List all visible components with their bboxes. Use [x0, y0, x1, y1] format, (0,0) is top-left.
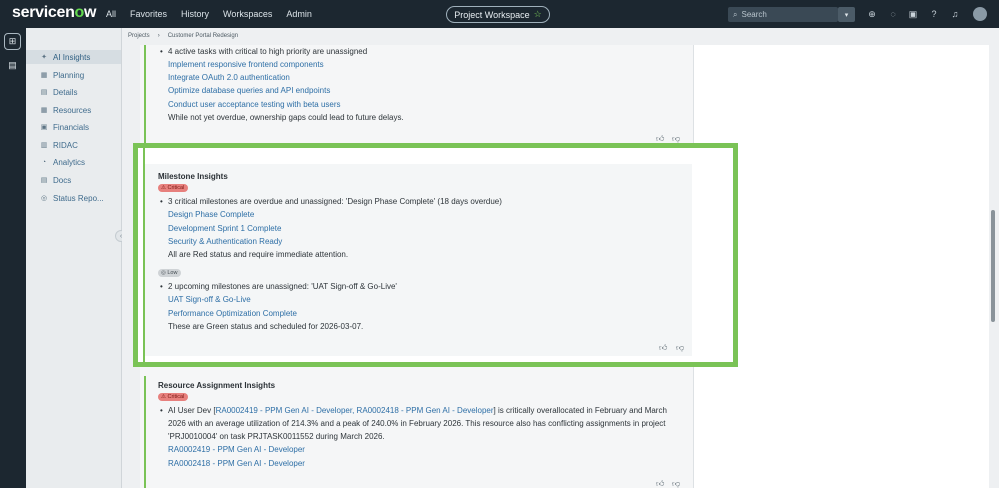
sidebar-item-label: Status Repo... — [53, 193, 104, 203]
globe-icon[interactable]: ⊕ — [867, 9, 877, 19]
sidebar-item-docs[interactable]: ▤ Docs — [40, 173, 72, 187]
chat-icon[interactable]: ◌ — [888, 9, 898, 19]
sidebar-item-status-report[interactable]: ◎ Status Repo... — [40, 191, 104, 205]
nav-admin[interactable]: Admin — [286, 9, 312, 19]
top-nav-menu: All Favorites History Workspaces Admin — [106, 9, 326, 19]
milestone-link-uat[interactable]: UAT Sign-off & Go-Live — [168, 295, 251, 304]
user-avatar[interactable] — [973, 7, 987, 21]
resource-insights-title: Resource Assignment Insights — [158, 381, 276, 390]
card-accent — [144, 45, 146, 145]
inbox-icon[interactable]: ▣ — [908, 9, 918, 19]
sidebar-item-resources[interactable]: ▦ Resources — [40, 103, 92, 117]
task-link-4[interactable]: Conduct user acceptance testing with bet… — [168, 100, 341, 109]
sparkle-icon: ✦ — [41, 54, 47, 61]
ridac-icon: ▥ — [40, 142, 48, 149]
sidebar: ✦ AI Insights ▦ Planning ▤ Details ▦ Res… — [26, 28, 122, 488]
critical-badge: ⚠ Critical — [158, 184, 189, 192]
milestone-low-note: These are Green status and scheduled for… — [168, 322, 364, 331]
sidebar-item-financials[interactable]: ▣ Financials — [40, 120, 89, 134]
thumbs-down-icon[interactable]: 👎︎ — [676, 343, 684, 353]
critical-badge: ⚠ Critical — [158, 393, 189, 401]
status-report-icon: ◎ — [40, 195, 48, 202]
badge-label: Critical — [167, 185, 185, 191]
low-badge: ◎ Low — [158, 269, 182, 277]
task-link-3[interactable]: Optimize database queries and API endpoi… — [168, 86, 330, 95]
vertical-scrollbar[interactable] — [991, 210, 995, 322]
nav-history[interactable]: History — [181, 9, 209, 19]
badge-label: Critical — [167, 394, 185, 400]
sidebar-item-label: Analytics — [53, 157, 86, 167]
sidebar-item-label: Planning — [53, 70, 85, 80]
resources-icon: ▦ — [40, 107, 48, 114]
milestone-critical-note: All are Red status and require immediate… — [168, 250, 349, 259]
resource-line-2: 2026 with an average utilization of 214.… — [168, 419, 666, 428]
servicenow-logo[interactable]: servicenow — [12, 4, 96, 22]
task-note: While not yet overdue, ownership gaps co… — [168, 113, 404, 122]
resource-suffix: ] is critically overallocated in Februar… — [493, 406, 667, 415]
nav-all[interactable]: All — [106, 9, 116, 19]
milestone-insights-title: Milestone Insights — [158, 172, 228, 181]
resource-line-3: 'PRJ0010004' on task PRJTASK0011552 duri… — [168, 432, 385, 441]
resource-link-1[interactable]: RA0002419 - PPM Gen AI - Developer — [168, 445, 305, 454]
milestone-link-security[interactable]: Security & Authentication Ready — [168, 237, 282, 246]
analytics-icon: ◔ — [41, 158, 47, 166]
sidebar-item-ai-insights[interactable]: ✦ AI Insights — [26, 50, 121, 64]
sidebar-item-planning[interactable]: ▦ Planning — [40, 68, 84, 82]
breadcrumb-projects[interactable]: Projects — [128, 33, 150, 39]
nav-favorites[interactable]: Favorites — [130, 9, 167, 19]
sidebar-item-details[interactable]: ▤ Details — [40, 85, 78, 99]
workspace-label: Project Workspace — [454, 9, 530, 20]
search-scope-dropdown[interactable]: ▾ — [838, 7, 855, 22]
resource-inline-link[interactable]: RA0002419 - PPM Gen AI - Developer, RA00… — [216, 406, 494, 415]
sidebar-item-analytics[interactable]: ◔ Analytics — [40, 155, 85, 169]
task-link-2[interactable]: Integrate OAuth 2.0 authentication — [168, 73, 290, 82]
document-icon[interactable]: ▤ — [4, 57, 21, 74]
sidebar-item-label: RIDAC — [53, 140, 78, 150]
milestone-link-dev-sprint[interactable]: Development Sprint 1 Complete — [168, 224, 281, 233]
task-bullet: 4 active tasks with critical to high pri… — [160, 47, 367, 56]
resource-line-1: AI User Dev [RA0002419 - PPM Gen AI - De… — [160, 406, 667, 415]
breadcrumb: Projects › Customer Portal Redesign — [128, 33, 238, 39]
thumbs-up-icon[interactable]: 👍︎ — [659, 343, 667, 353]
sidebar-item-label: Financials — [53, 122, 90, 132]
card-accent — [143, 148, 145, 362]
project-workspace-button[interactable]: Project Workspace ☆ — [446, 6, 550, 23]
breadcrumb-current[interactable]: Customer Portal Redesign — [168, 33, 238, 39]
search-icon: ⌕ — [733, 9, 738, 19]
star-icon[interactable]: ☆ — [534, 9, 542, 20]
sidebar-item-label: Docs — [53, 175, 72, 185]
milestone-link-performance[interactable]: Performance Optimization Complete — [168, 309, 297, 318]
breadcrumb-separator: › — [157, 33, 160, 39]
task-link-1[interactable]: Implement responsive frontend components — [168, 60, 324, 69]
milestone-low-bullet: 2 upcoming milestones are unassigned: 'U… — [160, 282, 397, 291]
search-input[interactable]: ⌕ Search — [728, 7, 838, 22]
milestone-critical-bullet: 3 critical milestones are overdue and un… — [160, 197, 502, 206]
app-rail: ⊞ ▤ — [0, 28, 26, 488]
details-icon: ▤ — [40, 89, 48, 96]
milestone-link-design-phase[interactable]: Design Phase Complete — [168, 210, 254, 219]
sidebar-item-label: Details — [53, 87, 78, 97]
docs-icon: ▤ — [40, 177, 48, 184]
bell-icon[interactable]: ♫ — [950, 9, 960, 19]
badge-label: Low — [167, 270, 178, 276]
card-accent — [144, 376, 146, 488]
milestone-insights-highlight: Milestone Insights ⚠ Critical 3 critical… — [133, 143, 738, 367]
search-placeholder: Search — [741, 10, 767, 19]
sidebar-item-label: AI Insights — [53, 52, 91, 62]
resource-prefix: AI User Dev [ — [168, 406, 216, 415]
help-icon[interactable]: ? — [929, 9, 939, 19]
thumbs-down-icon[interactable]: 👎︎ — [672, 479, 680, 488]
financials-icon: ▣ — [40, 124, 48, 131]
planning-icon: ▦ — [40, 72, 48, 79]
resource-link-2[interactable]: RA0002418 - PPM Gen AI - Developer — [168, 459, 305, 468]
workspace-grid-icon[interactable]: ⊞ — [4, 33, 21, 50]
thumbs-up-icon[interactable]: 👍︎ — [656, 479, 664, 488]
sidebar-item-ridac[interactable]: ▥ RIDAC — [40, 138, 78, 152]
top-navigation-bar: servicenow All Favorites History Workspa… — [0, 0, 999, 28]
sidebar-item-label: Resources — [53, 105, 92, 115]
nav-workspaces[interactable]: Workspaces — [223, 9, 272, 19]
